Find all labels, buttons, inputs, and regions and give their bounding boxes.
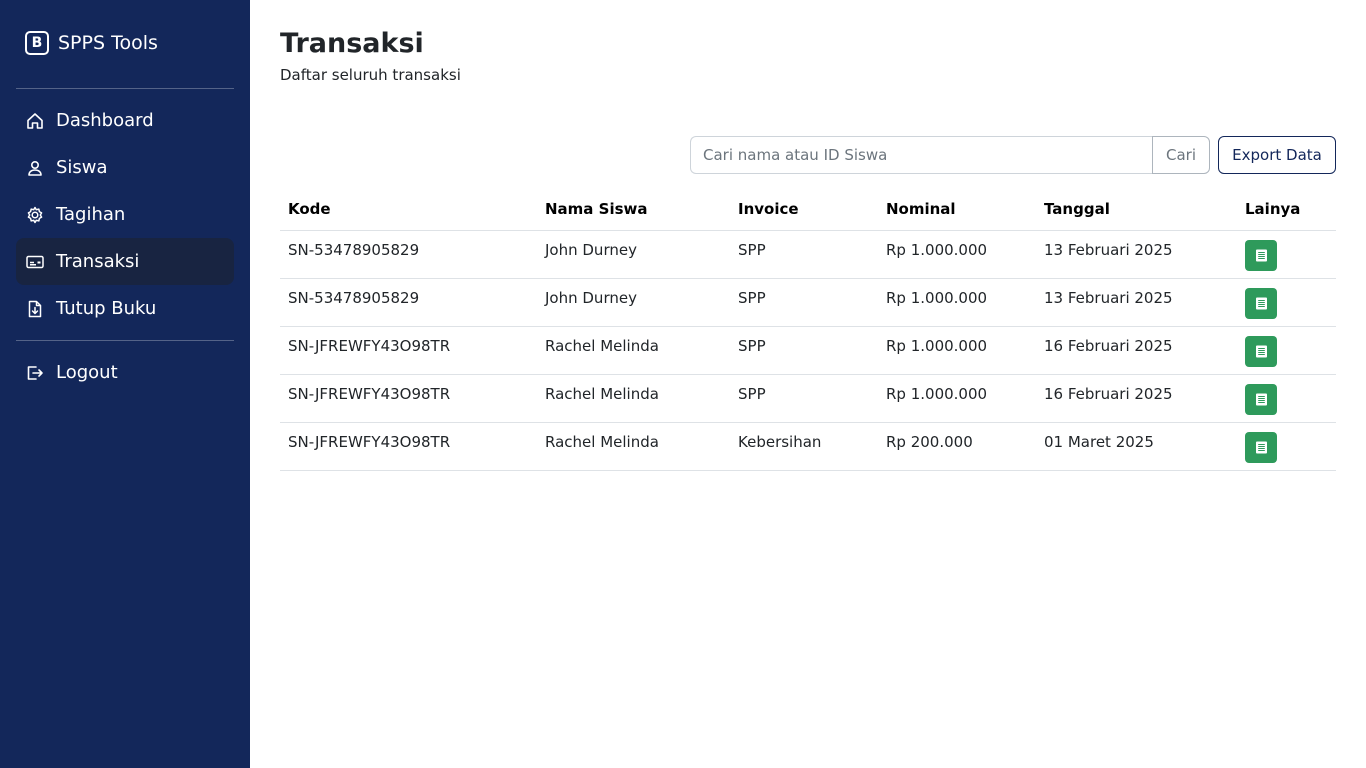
cell-tanggal: 01 Maret 2025	[1036, 422, 1237, 471]
search-group: Cari	[690, 136, 1210, 174]
sidebar-item-label: Dashboard	[56, 110, 154, 131]
column-header-nominal[interactable]: Nominal	[878, 188, 1036, 231]
column-header-invoice[interactable]: Invoice	[730, 188, 878, 231]
brand[interactable]: B SPPS Tools	[25, 31, 158, 55]
view-receipt-button[interactable]	[1245, 239, 1277, 271]
cell-lainya	[1237, 326, 1336, 375]
sidebar-item-transaksi[interactable]: Transaksi	[16, 238, 234, 285]
table-header-row: Kode Nama Siswa Invoice Nominal Tanggal …	[280, 188, 1336, 231]
receipt-icon	[1255, 345, 1267, 357]
cell-tanggal: 13 Februari 2025	[1036, 230, 1237, 279]
cell-tanggal: 16 Februari 2025	[1036, 374, 1237, 423]
view-receipt-button[interactable]	[1245, 335, 1277, 367]
column-header-lainya: Lainya	[1237, 188, 1336, 231]
cell-nama-siswa: John Durney	[537, 230, 730, 279]
cell-kode: SN-JFREWFY43O98TR	[280, 422, 537, 471]
export-data-button[interactable]: Export Data	[1218, 136, 1336, 174]
cell-tanggal: 13 Februari 2025	[1036, 278, 1237, 327]
cell-invoice: SPP	[730, 374, 878, 423]
cell-nominal: Rp 1.000.000	[878, 278, 1036, 327]
sidebar-item-tagihan[interactable]: Tagihan	[16, 191, 234, 238]
sidebar-divider	[16, 340, 234, 341]
sidebar-item-label: Tutup Buku	[56, 298, 157, 319]
cell-nama-siswa: Rachel Melinda	[537, 374, 730, 423]
column-header-kode[interactable]: Kode	[280, 188, 537, 231]
sidebar-item-dashboard[interactable]: Dashboard	[16, 97, 234, 144]
cell-nominal: Rp 1.000.000	[878, 230, 1036, 279]
logout-icon	[25, 363, 45, 383]
cell-nama-siswa: Rachel Melinda	[537, 326, 730, 375]
cell-tanggal: 16 Februari 2025	[1036, 326, 1237, 375]
receipt-icon	[1255, 441, 1267, 453]
home-icon	[25, 111, 45, 131]
column-header-nama-siswa[interactable]: Nama Siswa	[537, 188, 730, 231]
cell-kode: SN-53478905829	[280, 230, 537, 279]
cell-invoice: SPP	[730, 326, 878, 375]
table-row: SN-53478905829 John Durney SPP Rp 1.000.…	[280, 230, 1336, 279]
sidebar-item-label: Transaksi	[56, 251, 140, 272]
cell-lainya	[1237, 374, 1336, 423]
sidebar-divider	[16, 88, 234, 89]
view-receipt-button[interactable]	[1245, 287, 1277, 319]
cell-lainya	[1237, 422, 1336, 471]
gear-icon	[25, 205, 45, 225]
cell-nominal: Rp 1.000.000	[878, 374, 1036, 423]
cell-nominal: Rp 1.000.000	[878, 326, 1036, 375]
logout-label: Logout	[56, 362, 118, 383]
cell-lainya	[1237, 278, 1336, 327]
page-title: Transaksi	[280, 28, 424, 59]
file-download-icon	[25, 299, 45, 319]
sidebar: B SPPS Tools Dashboard Siswa Tagihan Tra…	[0, 0, 250, 768]
cell-nominal: Rp 200.000	[878, 422, 1036, 471]
page-subtitle: Daftar seluruh transaksi	[280, 66, 461, 84]
brand-logo-icon: B	[25, 31, 49, 55]
receipt-icon	[1255, 249, 1267, 261]
cell-nama-siswa: Rachel Melinda	[537, 422, 730, 471]
cell-invoice: Kebersihan	[730, 422, 878, 471]
receipt-icon	[1255, 297, 1267, 309]
column-header-tanggal[interactable]: Tanggal	[1036, 188, 1237, 231]
view-receipt-button[interactable]	[1245, 383, 1277, 415]
view-receipt-button[interactable]	[1245, 431, 1277, 463]
cell-kode: SN-53478905829	[280, 278, 537, 327]
table-row: SN-53478905829 John Durney SPP Rp 1.000.…	[280, 278, 1336, 327]
search-input[interactable]	[690, 136, 1152, 174]
sidebar-item-label: Tagihan	[56, 204, 126, 225]
person-icon	[25, 158, 45, 178]
search-button[interactable]: Cari	[1152, 136, 1210, 174]
cell-invoice: SPP	[730, 278, 878, 327]
sidebar-item-label: Siswa	[56, 157, 108, 178]
cell-kode: SN-JFREWFY43O98TR	[280, 374, 537, 423]
logout-button[interactable]: Logout	[16, 349, 234, 396]
credit-card-icon	[25, 252, 45, 272]
table-row: SN-JFREWFY43O98TR Rachel Melinda Kebersi…	[280, 422, 1336, 471]
brand-name: SPPS Tools	[58, 32, 158, 54]
receipt-icon	[1255, 393, 1267, 405]
table-row: SN-JFREWFY43O98TR Rachel Melinda SPP Rp …	[280, 374, 1336, 423]
cell-lainya	[1237, 230, 1336, 279]
transactions-table: Kode Nama Siswa Invoice Nominal Tanggal …	[280, 188, 1336, 471]
table-row: SN-JFREWFY43O98TR Rachel Melinda SPP Rp …	[280, 326, 1336, 375]
cell-nama-siswa: John Durney	[537, 278, 730, 327]
sidebar-item-tutup-buku[interactable]: Tutup Buku	[16, 285, 234, 332]
cell-kode: SN-JFREWFY43O98TR	[280, 326, 537, 375]
cell-invoice: SPP	[730, 230, 878, 279]
sidebar-item-siswa[interactable]: Siswa	[16, 144, 234, 191]
